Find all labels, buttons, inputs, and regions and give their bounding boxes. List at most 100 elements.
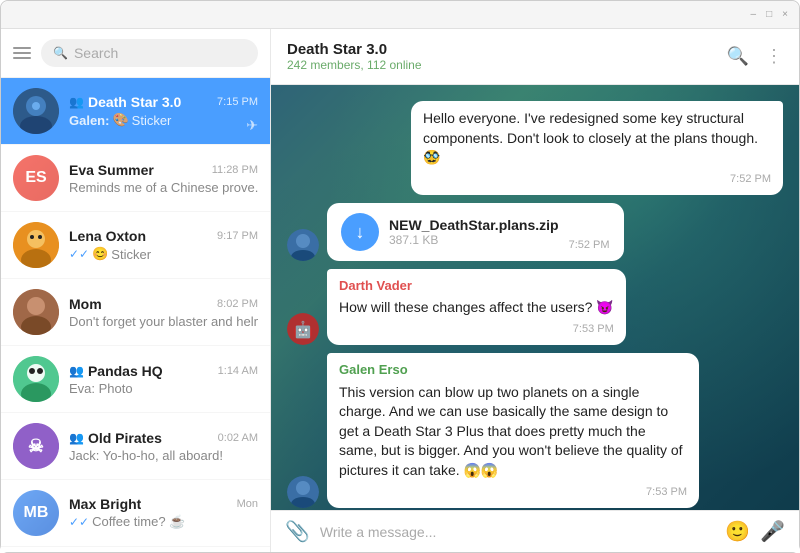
preview-icon: 🎨 (112, 112, 128, 128)
chat-header-name: Death Star 3.0 (287, 41, 422, 58)
chat-list: 👥 Death Star 3.0 7:15 PM Galen: 🎨 Sticke… (1, 78, 270, 552)
chat-name: Eva Summer (69, 162, 154, 178)
chat-name-row: Eva Summer 11:28 PM (69, 162, 258, 178)
chat-info: Mom 8:02 PM Don't forget your blaster an… (69, 296, 258, 329)
group-icon: 👥 (69, 95, 84, 109)
chat-item-lena-oxton[interactable]: Lena Oxton 9:17 PM ✓✓ 😊 Sticker (1, 212, 270, 279)
chat-time: 0:02 AM (218, 432, 258, 444)
hamburger-icon[interactable] (13, 47, 31, 59)
file-bubble: ↓ NEW_DeathStar.plans.zip 387.1 KB 7:52 … (327, 203, 624, 261)
chat-name: 👥 Pandas HQ (69, 363, 163, 379)
app-body: 🔍 👥 (1, 29, 799, 552)
group-icon: 👥 (69, 364, 84, 378)
message-time: 7:53 PM (339, 322, 614, 337)
close-button[interactable]: × (779, 9, 791, 20)
avatar: MB (13, 490, 59, 536)
chat-info: Lena Oxton 9:17 PM ✓✓ 😊 Sticker (69, 228, 258, 262)
more-options-icon[interactable]: ⋮ (765, 46, 783, 67)
message-input[interactable] (320, 524, 715, 540)
chat-preview: Eva: Photo (69, 381, 258, 396)
chat-preview: ✓✓ Coffee time? ☕ (69, 514, 258, 530)
chat-name-row: Mom 8:02 PM (69, 296, 258, 312)
chat-item-death-star[interactable]: 👥 Death Star 3.0 7:15 PM Galen: 🎨 Sticke… (1, 78, 270, 145)
message-row-galen: Galen Erso This version can blow up two … (287, 353, 783, 508)
chat-name: 👥 Death Star 3.0 (69, 94, 181, 110)
message-text: Hello everyone. I've redesigned some key… (423, 109, 771, 168)
attach-icon[interactable]: 📎 (285, 519, 310, 544)
chat-name-row: 👥 Old Pirates 0:02 AM (69, 430, 258, 446)
avatar: ☠ (13, 423, 59, 469)
preview-text: Don't forget your blaster and helmet (69, 314, 258, 329)
chat-time: 9:17 PM (217, 230, 258, 242)
svg-text:☠: ☠ (28, 436, 44, 456)
sidebar: 🔍 👥 (1, 29, 271, 552)
chat-time: 1:14 AM (218, 365, 258, 377)
window-controls: – □ × (748, 9, 791, 20)
chat-item-mom[interactable]: Mom 8:02 PM Don't forget your blaster an… (1, 279, 270, 346)
chat-name: 👥 Old Pirates (69, 430, 162, 446)
chat-info: Eva Summer 11:28 PM Reminds me of a Chin… (69, 162, 258, 195)
messages-area[interactable]: Hello everyone. I've redesigned some key… (271, 85, 799, 510)
message-row-darth: 🤖 Darth Vader How will these changes aff… (287, 269, 783, 345)
group-icon: 👥 (69, 431, 84, 445)
download-icon: ↓ (356, 222, 365, 243)
avatar (13, 356, 59, 402)
search-box[interactable]: 🔍 (41, 39, 258, 67)
chat-name-row: Max Bright Mon (69, 496, 258, 512)
chat-name: Mom (69, 296, 102, 312)
chat-info: 👥 Pandas HQ 1:14 AM Eva: Photo (69, 363, 258, 396)
preview-sender: Galen: (69, 113, 109, 128)
minimize-button[interactable]: – (748, 9, 760, 20)
svg-text:🤖: 🤖 (293, 320, 313, 339)
mic-icon[interactable]: 🎤 (760, 519, 785, 544)
chat-item-eva-summer[interactable]: ES Eva Summer 11:28 PM Reminds me of a C… (1, 145, 270, 212)
message-input-area: 📎 🙂 🎤 (271, 510, 799, 552)
chat-preview: Reminds me of a Chinese prove... 2 (69, 180, 258, 195)
chat-time: 7:15 PM (217, 96, 258, 108)
preview-text: Coffee time? ☕ (92, 514, 185, 530)
chat-info: 👥 Death Star 3.0 7:15 PM Galen: 🎨 Sticke… (69, 94, 258, 128)
avatar (13, 88, 59, 134)
chat-header-status: 242 members, 112 online (287, 58, 422, 72)
message-bubble: Galen Erso This version can blow up two … (327, 353, 699, 508)
message-sender: Galen Erso (339, 361, 687, 379)
hamburger-line (13, 52, 31, 54)
hamburger-line (13, 57, 31, 59)
check-icon: ✓✓ (69, 247, 89, 261)
message-sender: Darth Vader (339, 277, 614, 295)
chat-item-lee[interactable]: Lee Mon We can call it Galaxy Star 7 ;) (1, 547, 270, 552)
emoji-icon[interactable]: 🙂 (725, 519, 750, 544)
message-row-file: ↓ NEW_DeathStar.plans.zip 387.1 KB 7:52 … (287, 203, 783, 261)
message-avatar: 🤖 (287, 313, 319, 345)
chat-preview: ✓✓ 😊 Sticker (69, 246, 258, 262)
message-row: Hello everyone. I've redesigned some key… (287, 101, 783, 195)
chat-time: 8:02 PM (217, 298, 258, 310)
message-avatar (287, 229, 319, 261)
chat-preview: Galen: 🎨 Sticker (69, 112, 258, 128)
file-download-button[interactable]: ↓ (341, 213, 379, 251)
search-icon: 🔍 (53, 46, 68, 60)
chat-item-old-pirates[interactable]: ☠ 👥 Old Pirates 0:02 AM Jack: Yo-ho-ho, … (1, 413, 270, 480)
chat-item-max-bright[interactable]: MB Max Bright Mon ✓✓ Coffee time? ☕ (1, 480, 270, 547)
chat-item-pandas-hq[interactable]: 👥 Pandas HQ 1:14 AM Eva: Photo (1, 346, 270, 413)
chat-name-row: 👥 Death Star 3.0 7:15 PM (69, 94, 258, 110)
message-bubble: Darth Vader How will these changes affec… (327, 269, 626, 345)
search-input[interactable] (74, 45, 246, 61)
chat-header-actions: 🔍 ⋮ (727, 46, 783, 67)
maximize-button[interactable]: □ (763, 9, 775, 20)
preview-text: Jack: Yo-ho-ho, all aboard! (69, 448, 223, 463)
message-time: 7:52 PM (423, 172, 771, 187)
avatar (13, 289, 59, 335)
file-name: NEW_DeathStar.plans.zip (389, 217, 559, 233)
search-icon[interactable]: 🔍 (727, 46, 749, 67)
message-time: 7:53 PM (339, 485, 687, 500)
check-icon: ✓✓ (69, 515, 89, 529)
file-size: 387.1 KB (389, 233, 559, 247)
preview-icon: 😊 (92, 246, 108, 262)
message-time: 7:52 PM (569, 239, 610, 251)
message-bubble: Hello everyone. I've redesigned some key… (411, 101, 783, 195)
chat-info: 👥 Old Pirates 0:02 AM Jack: Yo-ho-ho, al… (69, 430, 258, 463)
chat-preview: Don't forget your blaster and helmet (69, 314, 258, 329)
title-bar: – □ × (1, 1, 799, 29)
message-text: This version can blow up two planets on … (339, 383, 687, 481)
